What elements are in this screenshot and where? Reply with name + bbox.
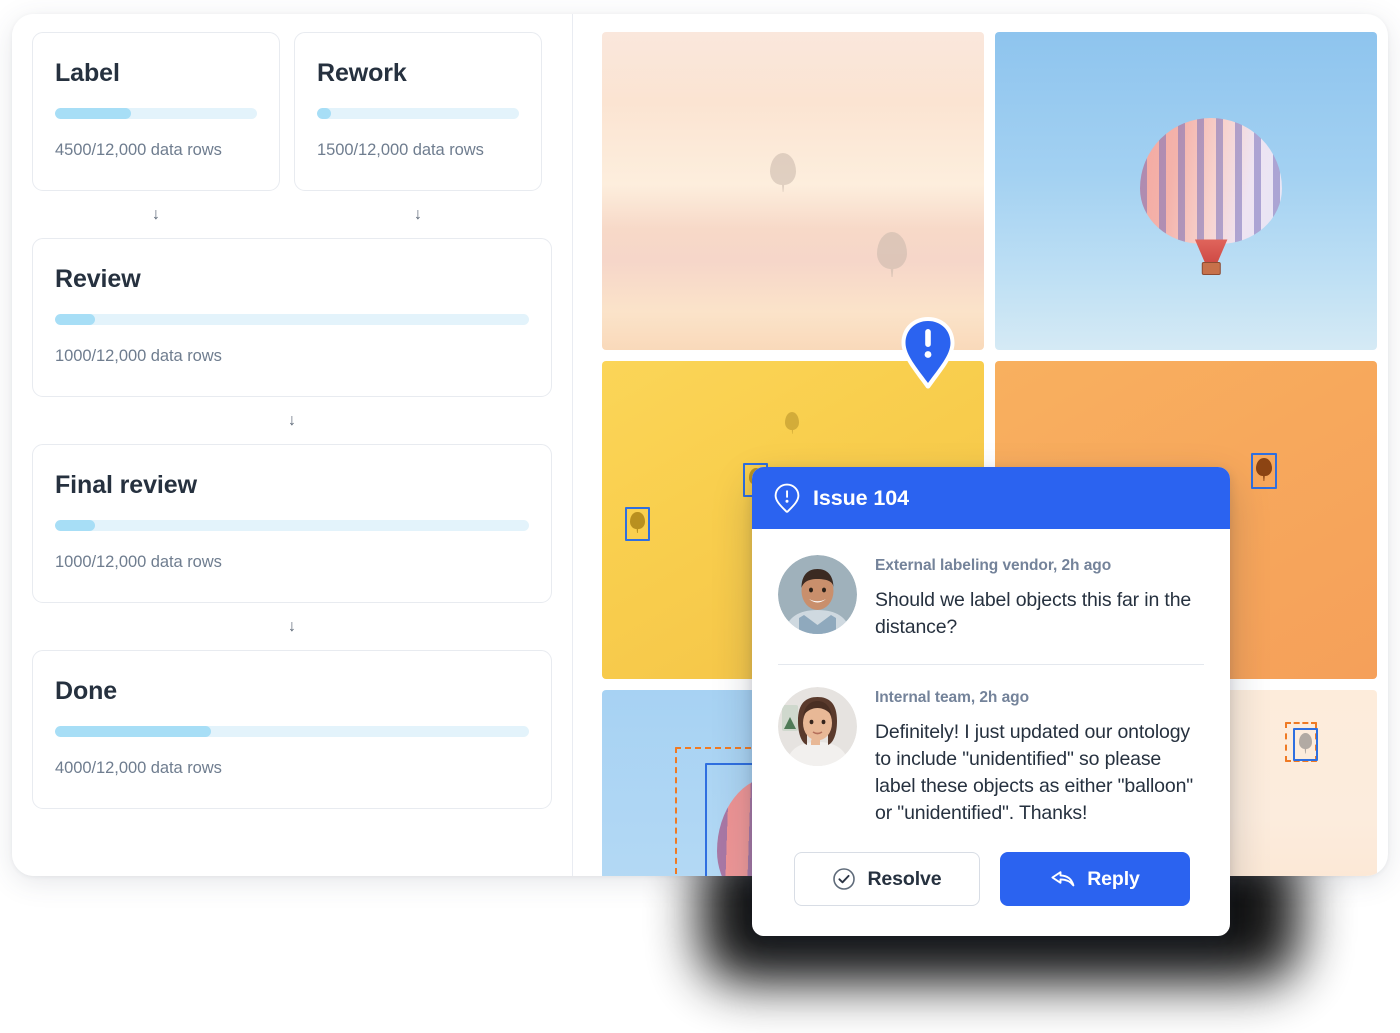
resolve-button[interactable]: Resolve [794,852,980,907]
stage-row-top: Label 4500/12,000 data rows Rework 1500/… [32,32,552,191]
reply-arrow-icon [1051,871,1075,887]
stage-title: Done [55,677,118,705]
comment-text: Definitely! I just updated our ontology … [875,721,1194,824]
comment-meta: Internal team, 2h ago [875,689,1029,707]
screenshot-root: Label 4500/12,000 data rows Rework 1500/… [0,0,1400,1033]
progress-fill [55,108,131,119]
reply-button[interactable]: Reply [1000,852,1190,907]
progress-fill [55,314,96,325]
stage-card-done[interactable]: Done 4000/12,000 data rows [32,650,552,809]
gallery-tile-2[interactable] [995,32,1377,350]
stage-title: Label [55,59,120,87]
issue-dialog-body: External labeling vendor, 2h ago Should … [752,529,1230,826]
resolve-button-label: Resolve [867,867,942,890]
stage-title: Rework [317,59,407,87]
stage-card-review[interactable]: Review 1000/12,000 data rows [32,238,552,397]
stage-card-rework[interactable]: Rework 1500/12,000 data rows [294,32,542,191]
issue-dialog-actions: Resolve Reply [752,826,1230,936]
balloon-shape [785,411,800,430]
flow-arrow-row: ↓ [32,397,552,444]
stage-meta: 1000/12,000 data rows [55,553,222,571]
reply-button-label: Reply [1087,867,1140,890]
balloon-shape [630,512,645,530]
flow-arrow-row: ↓ [32,603,552,650]
comment-body: External labeling vendor, 2h ago Should … [875,555,1204,640]
stage-title: Review [55,265,141,293]
comment-item: Internal team, 2h ago Definitely! I just… [778,665,1204,826]
flow-arrow-down-icon: ↓ [414,205,422,223]
progress-fill [55,520,96,531]
balloon-shape [1140,117,1283,278]
comment-item: External labeling vendor, 2h ago Should … [778,555,1204,640]
issue-dialog-header: Issue 104 [752,467,1230,529]
comment-meta: External labeling vendor, 2h ago [875,557,1112,574]
issue-dialog: Issue 104 External labeling vendor, 2h a… [752,467,1230,937]
balloon-shape [770,152,797,185]
avatar [778,687,857,767]
warning-pin-icon [774,483,800,513]
pipeline-panel: Label 4500/12,000 data rows Rework 1500/… [12,14,573,876]
stage-meta: 1500/12,000 data rows [317,141,484,159]
stage-meta: 4500/12,000 data rows [55,141,222,159]
issue-marker-pin[interactable] [897,314,959,392]
stage-title: Final review [55,471,197,499]
bounding-box[interactable] [1250,453,1277,490]
comment-text: Should we label objects this far in the … [875,589,1192,638]
progress-track [55,520,529,531]
progress-track [55,108,257,119]
check-circle-icon [833,868,856,891]
progress-track [317,108,519,119]
stage-meta: 4000/12,000 data rows [55,759,222,777]
balloon-shape [1256,457,1272,477]
flow-arrow-down-icon: ↓ [152,205,160,223]
bounding-box[interactable] [624,507,650,542]
comment-body: Internal team, 2h ago Definitely! I just… [875,687,1204,826]
progress-track [55,314,529,325]
stage-card-final-review[interactable]: Final review 1000/12,000 data rows [32,444,552,603]
stage-card-label[interactable]: Label 4500/12,000 data rows [32,32,280,191]
warning-pin-icon [901,317,955,389]
flow-arrow-row: ↓ ↓ [32,191,552,238]
bounding-box[interactable] [1292,728,1318,762]
issue-dialog-title: Issue 104 [813,485,909,510]
balloon-shape [1298,733,1313,750]
balloon-shape [877,232,908,270]
stage-meta: 1000/12,000 data rows [55,347,222,365]
progress-fill [317,108,332,119]
male-avatar-icon [778,555,857,634]
progress-track [55,726,529,737]
progress-fill [55,726,212,737]
flow-arrow-down-icon: ↓ [288,411,296,429]
avatar [778,555,857,634]
female-avatar-icon [778,687,857,767]
flow-arrow-down-icon: ↓ [288,617,296,635]
gallery-tile-1[interactable] [602,32,984,350]
